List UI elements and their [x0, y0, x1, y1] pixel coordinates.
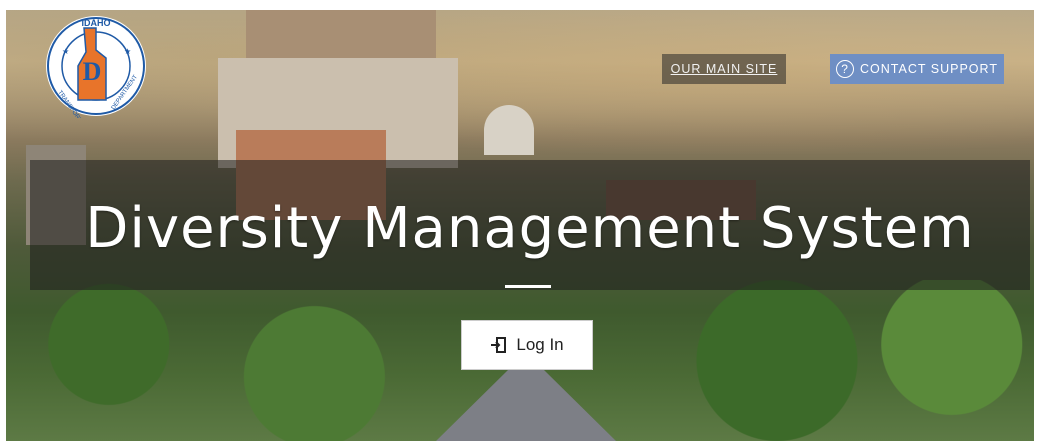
contact-support-button[interactable]: ? CONTACT SUPPORT — [830, 54, 1004, 84]
capitol-dome — [484, 105, 534, 155]
question-circle-icon: ? — [836, 60, 855, 78]
sign-in-icon — [491, 337, 507, 353]
logo-letter: D — [83, 57, 102, 86]
our-main-site-link[interactable]: OUR MAIN SITE — [662, 54, 786, 84]
logo-star-right-icon: ★ — [124, 47, 131, 56]
logo-top-text: IDAHO — [82, 18, 111, 28]
logo-star-left-icon: ★ — [62, 47, 69, 56]
contact-support-label: CONTACT SUPPORT — [860, 62, 998, 76]
idaho-transportation-logo[interactable]: D IDAHO TRANSPORTATION DEPARTMENT ★ ★ — [44, 14, 148, 118]
login-label: Log In — [516, 335, 564, 354]
hero-background: Diversity Management System Log In OUR M… — [6, 10, 1034, 441]
login-button[interactable]: Log In — [461, 320, 593, 370]
title-underline — [505, 285, 551, 288]
page-title: Diversity Management System — [85, 196, 975, 261]
